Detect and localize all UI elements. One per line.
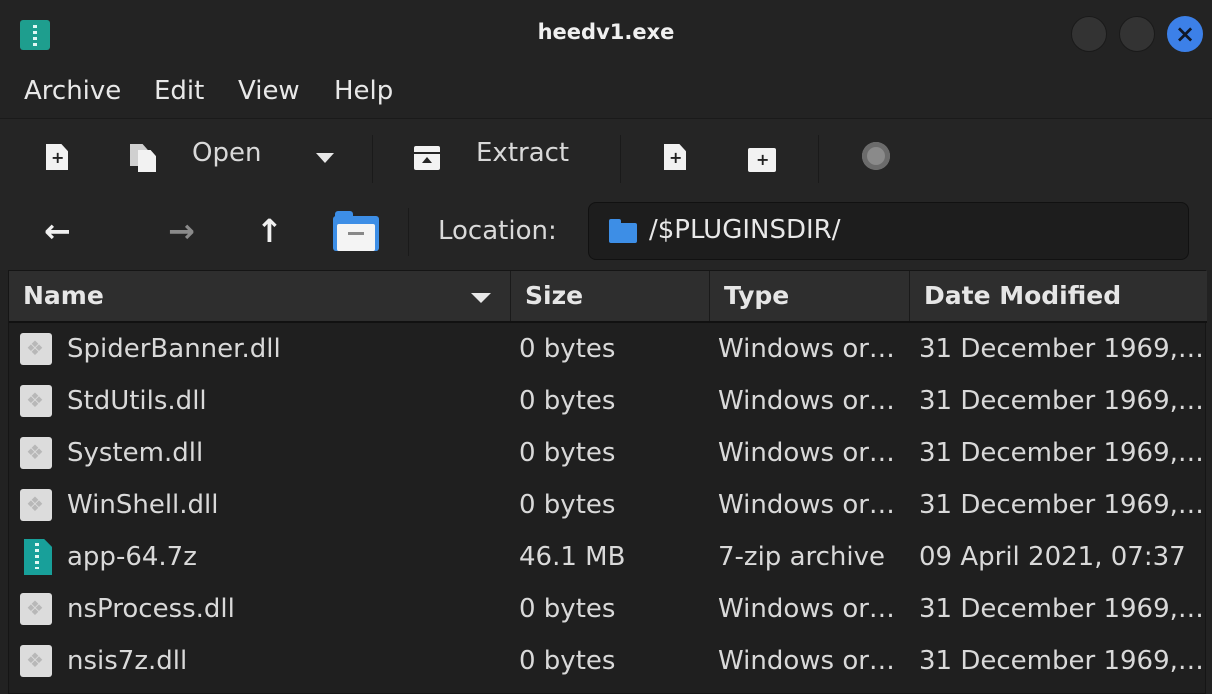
window-title: heedv1.exe [537,20,675,44]
file-type: 7-zip archive [718,542,885,572]
location-bar: ← → ↑ Location: /$PLUGINSDIR/ [0,198,1212,270]
document-icon [138,150,156,172]
table-row[interactable]: nsis7z.dll 0 bytes Windows or… 31 Decemb… [9,635,1207,687]
table-row[interactable]: WinShell.dll 0 bytes Windows or… 31 Dece… [9,479,1207,531]
file-size: 46.1 MB [519,542,626,572]
dll-file-icon [20,385,52,417]
file-size: 0 bytes [519,334,616,364]
maximize-button[interactable] [1119,16,1155,52]
close-button[interactable]: × [1167,16,1203,52]
dll-file-icon [20,489,52,521]
file-name: nsProcess.dll [67,594,235,624]
menu-archive[interactable]: Archive [24,76,121,106]
file-size: 0 bytes [519,594,616,624]
title-bar: heedv1.exe × [0,0,1212,66]
column-label: Name [23,281,104,310]
column-header-date-modified[interactable]: Date Modified [910,271,1207,321]
file-date: 31 December 1969,… [919,646,1204,676]
add-file-icon: + [664,144,686,170]
file-date: 31 December 1969,… [919,438,1204,468]
file-name: WinShell.dll [67,490,219,520]
file-type: Windows or… [718,334,895,364]
file-list: Name Size Type Date Modified SpiderBanne… [8,270,1207,694]
file-type: Windows or… [718,386,895,416]
file-size: 0 bytes [519,490,616,520]
column-label: Type [724,281,790,310]
location-label: Location: [438,216,557,246]
extract-button[interactable]: Extract [476,138,569,168]
dll-file-icon [20,645,52,677]
toolbar-separator [408,208,409,256]
file-type: Windows or… [718,646,895,676]
column-label: Date Modified [924,281,1122,310]
minimize-button[interactable] [1071,16,1107,52]
file-name: nsis7z.dll [67,646,188,676]
toolbar: + Open Extract + + [0,118,1212,199]
column-header-name[interactable]: Name [9,271,511,321]
extract-icon[interactable] [414,144,440,172]
folder-icon [609,219,637,243]
file-size: 0 bytes [519,386,616,416]
back-arrow-icon[interactable]: ← [44,212,71,250]
toolbar-separator [620,135,621,183]
close-icon: × [1174,20,1196,48]
file-name: System.dll [67,438,204,468]
file-name: SpiderBanner.dll [67,334,281,364]
file-date: 31 December 1969,… [919,334,1204,364]
stop-icon[interactable] [862,142,890,170]
location-field[interactable]: /$PLUGINSDIR/ [588,202,1189,260]
menu-help[interactable]: Help [334,76,393,106]
table-row[interactable]: SpiderBanner.dll 0 bytes Windows or… 31 … [9,323,1207,375]
sort-descending-icon[interactable] [471,293,491,303]
open-button-icon[interactable] [130,144,156,172]
toolbar-separator [818,135,819,183]
table-row[interactable]: System.dll 0 bytes Windows or… 31 Decemb… [9,427,1207,479]
table-row[interactable]: nsProcess.dll 0 bytes Windows or… 31 Dec… [9,583,1207,635]
file-type: Windows or… [718,438,895,468]
menu-edit[interactable]: Edit [154,76,204,106]
menu-view[interactable]: View [238,76,300,106]
file-date: 31 December 1969,… [919,386,1204,416]
box-icon [414,146,440,170]
up-arrow-icon[interactable]: ↑ [256,212,283,250]
file-type: Windows or… [718,490,895,520]
open-button[interactable]: Open [192,138,261,168]
add-files-button[interactable]: + [664,144,690,172]
dll-file-icon [20,333,52,365]
file-name: app-64.7z [67,542,197,572]
new-archive-button[interactable]: + [46,144,72,172]
table-row[interactable]: StdUtils.dll 0 bytes Windows or… 31 Dece… [9,375,1207,427]
table-header: Name Size Type Date Modified [9,271,1207,323]
table-row[interactable]: app-64.7z 46.1 MB 7-zip archive 09 April… [9,531,1207,583]
menu-bar: Archive Edit View Help [0,66,1212,118]
dll-file-icon [20,593,52,625]
column-header-size[interactable]: Size [511,271,710,321]
toolbar-separator [372,135,373,183]
new-document-icon: + [46,144,68,170]
file-date: 31 December 1969,… [919,594,1204,624]
column-label: Size [525,281,584,310]
open-dropdown-chevron-icon[interactable] [316,153,334,163]
file-date: 09 April 2021, 07:37 [919,542,1186,572]
dll-file-icon [20,437,52,469]
archive-file-icon [24,539,52,575]
file-type: Windows or… [718,594,895,624]
column-header-type[interactable]: Type [710,271,910,321]
location-path[interactable]: /$PLUGINSDIR/ [649,215,840,245]
add-folder-button[interactable]: + [748,144,776,172]
forward-arrow-icon[interactable]: → [168,212,195,250]
file-name: StdUtils.dll [67,386,207,416]
open-folder-icon[interactable] [333,211,379,251]
file-date: 31 December 1969,… [919,490,1204,520]
file-size: 0 bytes [519,646,616,676]
file-size: 0 bytes [519,438,616,468]
add-folder-icon: + [748,148,776,172]
